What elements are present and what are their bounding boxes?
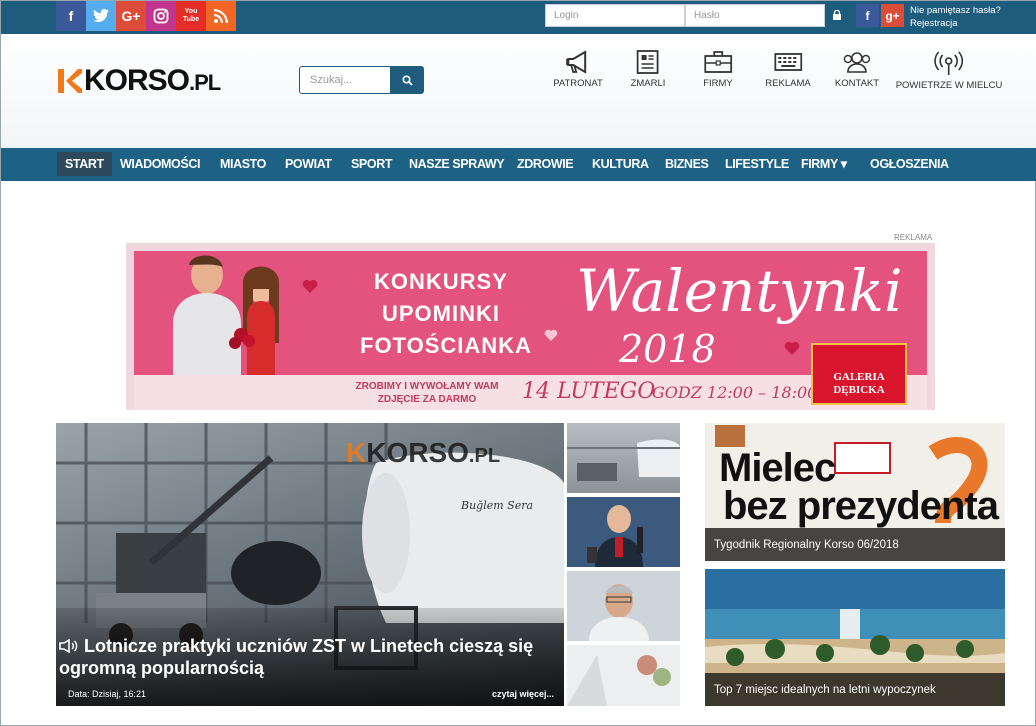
ad-line-fotoscianka: FOTOŚCIANKA bbox=[360, 333, 532, 358]
plane-name-text: Buğlem Sera bbox=[461, 499, 534, 512]
users-icon bbox=[843, 52, 871, 73]
speaker-icon bbox=[59, 638, 78, 654]
rss-icon[interactable] bbox=[206, 1, 236, 31]
heart-icon bbox=[302, 279, 318, 293]
feature-date: Data: Dzisiaj, 16:21 bbox=[68, 689, 147, 699]
nav-miasto[interactable]: MIASTO bbox=[220, 152, 266, 176]
google-plus-icon[interactable]: G+ bbox=[116, 1, 146, 31]
register-link[interactable]: Rejestracja bbox=[910, 17, 1001, 30]
feature-title[interactable]: Lotnicze praktyki uczniów ZST w Linetech… bbox=[59, 635, 559, 679]
facebook-icon[interactable]: f bbox=[56, 1, 86, 31]
zmarli-link[interactable]: ZMARLI bbox=[631, 50, 665, 89]
nav-biznes[interactable]: BIZNES bbox=[665, 152, 709, 176]
vacation-caption[interactable]: Top 7 miejsc idealnych na letni wypoczyn… bbox=[705, 673, 1005, 706]
nav-wiadomosci[interactable]: WIADOMOŚCI bbox=[120, 152, 200, 176]
nav-nasze-sprawy[interactable]: NASZE SPRAWY bbox=[409, 152, 505, 176]
ad-line-konkursy: KONKURSY bbox=[374, 269, 508, 294]
newspaper-icon bbox=[637, 50, 659, 74]
top-bar: f G+ You Tube Login Hasło f g+ Nie pamię… bbox=[1, 1, 1036, 34]
ad-main-panel: KONKURSY UPOMINKI FOTOŚCIANKA Walentynki… bbox=[134, 251, 927, 410]
nav-start[interactable]: START bbox=[57, 152, 112, 176]
ad-free-photo-text: ZROBIMY I WYWOŁAMY WAM ZDJĘCIE ZA DARMO bbox=[355, 381, 499, 405]
heart-icon bbox=[784, 341, 800, 355]
ad-line-upominki: UPOMINKI bbox=[382, 301, 500, 326]
thumbnail-plants[interactable] bbox=[567, 645, 680, 706]
search-icon bbox=[402, 74, 413, 86]
password-field[interactable]: Hasło bbox=[685, 4, 825, 27]
nav-sport[interactable]: SPORT bbox=[351, 152, 392, 176]
reklama-link[interactable]: REKLAMA bbox=[765, 50, 811, 89]
main-navigation: START WIADOMOŚCI MIASTO POWIAT SPORT NAS… bbox=[1, 148, 1036, 181]
nav-zdrowie[interactable]: ZDROWIE bbox=[517, 152, 574, 176]
nav-ogloszenia[interactable]: OGŁOSZENIA bbox=[870, 152, 949, 176]
firmy-link[interactable]: FIRMY bbox=[703, 50, 733, 89]
patronat-link[interactable]: PATRONAT bbox=[553, 50, 603, 89]
ad-date: 14 LUTEGO bbox=[522, 379, 656, 404]
twitter-icon[interactable] bbox=[86, 1, 116, 31]
logo-mark-icon bbox=[58, 69, 82, 93]
facebook-login-button[interactable]: f bbox=[856, 4, 879, 27]
featured-article[interactable]: KKORSO.PL Buğlem Sera Lotnicze praktyki … bbox=[56, 423, 564, 706]
thumbnail-elderly-man[interactable] bbox=[567, 571, 680, 641]
nav-kultura[interactable]: KULTURA bbox=[592, 152, 649, 176]
man-thumb-photo bbox=[567, 571, 680, 641]
magazine-cover-card[interactable]: Mielec bez prezydenta Tygodnik Regionaln… bbox=[705, 423, 1005, 561]
logo-text: KORSO.PL bbox=[84, 64, 221, 97]
valentines-banner-ad[interactable]: KONKURSY UPOMINKI FOTOŚCIANKA Walentynki… bbox=[126, 243, 935, 410]
kontakt-link[interactable]: KONTAKT bbox=[835, 50, 879, 89]
youtube-icon[interactable]: You Tube bbox=[176, 1, 206, 31]
nav-powiat[interactable]: POWIAT bbox=[285, 152, 332, 176]
site-logo[interactable]: KORSO.PL bbox=[58, 64, 221, 98]
nav-lifestyle[interactable]: LIFESTYLE bbox=[725, 152, 789, 176]
forgot-password-link[interactable]: Nie pamiętasz hasła? bbox=[910, 4, 1001, 17]
thumbnail-official[interactable] bbox=[567, 497, 680, 567]
social-links: f G+ You Tube bbox=[56, 1, 236, 31]
official-thumb-photo bbox=[567, 497, 680, 567]
thumbnail-hangar[interactable] bbox=[567, 423, 680, 493]
site-header: KORSO.PL Szukaj... PATRONAT ZMARLI FIRMY… bbox=[1, 34, 1036, 149]
account-links: Nie pamiętasz hasła? Rejestracja bbox=[910, 4, 1001, 30]
ad-label: REKLAMA bbox=[894, 233, 933, 242]
search-button[interactable] bbox=[391, 66, 424, 94]
login-field[interactable]: Login bbox=[545, 4, 685, 27]
read-more-link[interactable]: czytaj więcej... bbox=[492, 689, 554, 699]
magazine-headline: Mielec bez prezydenta bbox=[719, 446, 999, 528]
korso-watermark: KKORSO.PL bbox=[346, 437, 501, 468]
ad-script-year: 2018 bbox=[619, 327, 716, 371]
ad-time: GODZ 12:00 – 18:00 bbox=[652, 383, 818, 402]
megaphone-icon bbox=[566, 50, 586, 74]
ad-script-title: Walentynki bbox=[576, 257, 903, 325]
plants-thumb-photo bbox=[567, 645, 680, 706]
galeria-debicka-logo: GALERIA DĘBICKA bbox=[811, 343, 907, 405]
hangar-thumb-photo bbox=[567, 439, 680, 481]
vacation-article-card[interactable]: Top 7 miejsc idealnych na letni wypoczyn… bbox=[705, 569, 1005, 706]
heart-icon bbox=[544, 329, 558, 341]
search-input[interactable]: Szukaj... bbox=[299, 66, 391, 94]
nav-firmy-dropdown[interactable]: FIRMY ▾ bbox=[801, 152, 847, 176]
keyboard-icon bbox=[774, 53, 802, 71]
instagram-icon[interactable] bbox=[146, 1, 176, 31]
google-login-button[interactable]: g+ bbox=[881, 4, 904, 27]
ad-bottom-strip: ZROBIMY I WYWOŁAMY WAM ZDJĘCIE ZA DARMO … bbox=[134, 375, 927, 410]
lock-icon[interactable] bbox=[833, 10, 841, 20]
powietrze-link[interactable]: POWIETRZE W MIELCU bbox=[896, 50, 1002, 91]
broadcast-icon bbox=[934, 51, 964, 75]
briefcase-icon bbox=[704, 51, 732, 73]
magazine-caption[interactable]: Tygodnik Regionalny Korso 06/2018 bbox=[705, 528, 1005, 561]
